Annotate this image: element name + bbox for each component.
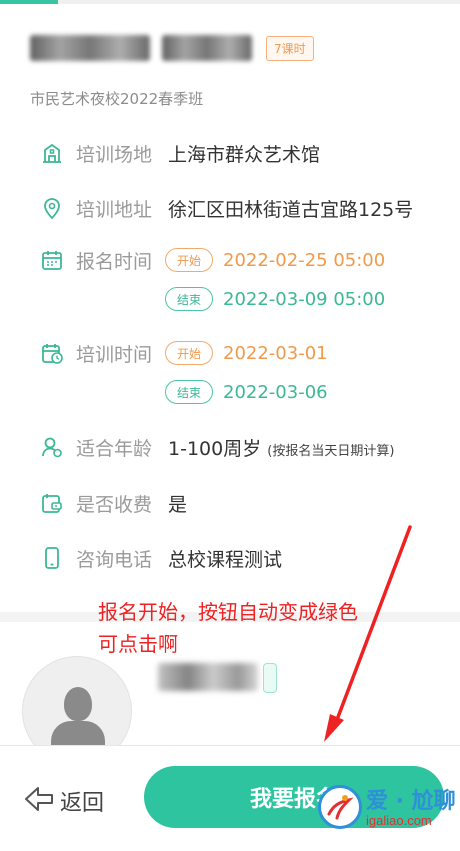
arrow-head — [324, 714, 344, 742]
site-watermark: 爱 · 尬聊 igaliao.com — [318, 783, 458, 835]
watermark-url: igaliao.com — [366, 813, 432, 828]
watermark-logo-icon — [318, 785, 362, 829]
watermark-text: 爱 · 尬聊 — [366, 789, 456, 814]
arrow-shaft — [333, 525, 412, 727]
red-arrow-annotation — [324, 525, 412, 742]
